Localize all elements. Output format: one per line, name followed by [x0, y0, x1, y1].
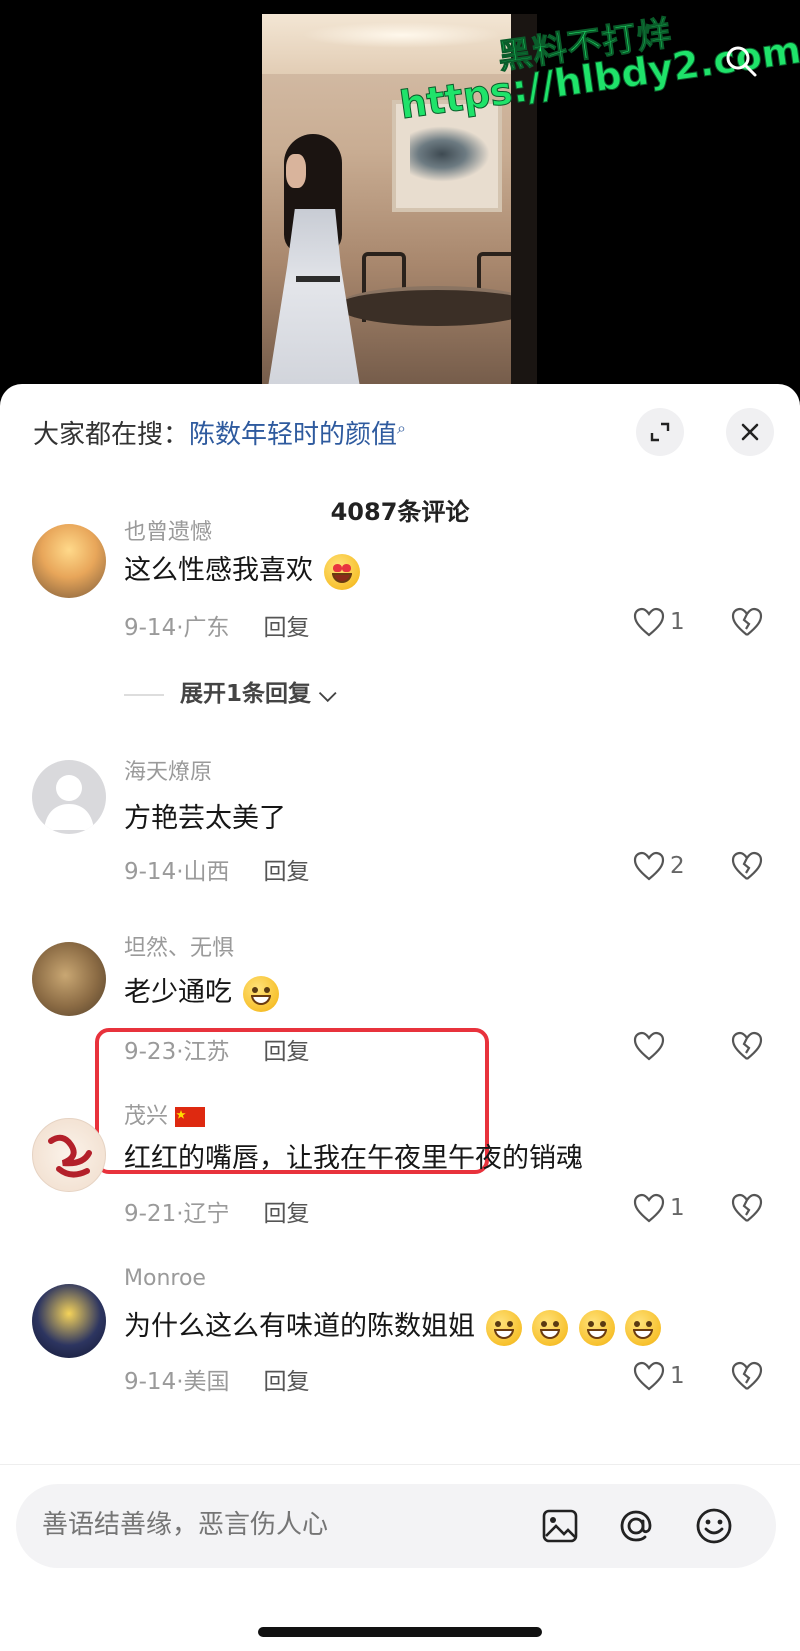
broken-heart-icon — [731, 851, 763, 880]
comment-meta: 9-14·美国 回复 — [124, 1362, 310, 1396]
dislike-button[interactable] — [730, 1192, 764, 1228]
comment-date-location: 9-14·广东 — [124, 615, 230, 641]
comment-date-location: 9-21·辽宁 — [124, 1201, 230, 1227]
avatar[interactable] — [32, 1118, 106, 1192]
comment-text: 老少通吃 — [124, 970, 279, 1012]
close-icon — [741, 423, 759, 441]
expand-icon — [650, 422, 670, 442]
heart-icon — [633, 607, 665, 637]
mention-icon[interactable] — [614, 1504, 658, 1548]
avatar[interactable] — [32, 942, 106, 1016]
expand-replies-button[interactable]: 展开1条回复 ⌵ — [124, 674, 336, 708]
comment-username[interactable]: 茂兴 — [124, 1098, 206, 1130]
reply-button[interactable]: 回复 — [264, 615, 310, 641]
comment-username[interactable]: 海天燎原 — [124, 754, 212, 786]
reply-button[interactable]: 回复 — [264, 1369, 310, 1395]
round-table — [337, 286, 537, 326]
image-icon[interactable] — [538, 1504, 582, 1548]
like-button[interactable]: 1 — [632, 1360, 685, 1392]
grin-emoji-icon — [578, 1309, 615, 1346]
comment-item: 海天燎原 方艳芸太美了 9-14·山西 回复 2 — [0, 754, 800, 904]
calligraphy-avatar-icon — [48, 1134, 92, 1178]
comment-meta: 9-14·山西 回复 — [124, 852, 310, 886]
grin-emoji-icon — [485, 1309, 522, 1346]
like-count: 1 — [670, 1195, 685, 1221]
search-icon: ⌕ — [397, 418, 406, 438]
comment-input[interactable] — [42, 1510, 482, 1540]
like-button[interactable] — [632, 1030, 666, 1062]
like-count: 1 — [670, 1363, 685, 1389]
comment-item: Monroe 为什么这么有味道的陈数姐姐 9-14·美国 回复 1 — [0, 1266, 800, 1400]
search-suggestion-query[interactable]: 陈数年轻时的颜值 — [189, 420, 397, 450]
heart-eyes-emoji-icon — [323, 553, 360, 590]
comment-input-bar[interactable] — [16, 1484, 776, 1568]
comment-text: 这么性感我喜欢 — [124, 548, 360, 590]
comment-username[interactable]: 坦然、无惧 — [124, 930, 234, 962]
emoji-icon[interactable] — [692, 1504, 736, 1548]
comment-date-location: 9-14·山西 — [124, 859, 230, 885]
search-icon[interactable] — [722, 42, 762, 82]
grin-emoji-icon — [532, 1309, 569, 1346]
comment-date-location: 9-14·美国 — [124, 1369, 230, 1395]
comment-sheet: 大家都在搜：陈数年轻时的颜值⌕ 4087条评论 也曾遗憾 这么性感我喜欢 9-1… — [0, 384, 800, 1651]
comment-text: 红红的嘴唇，让我在午夜里午夜的销魂 — [124, 1143, 583, 1174]
dislike-button[interactable] — [730, 606, 764, 642]
comment-username[interactable]: Monroe — [124, 1266, 206, 1291]
heart-icon — [633, 1361, 665, 1391]
video-player[interactable]: 黑料不打烊 https://hlbdy2.com — [0, 0, 800, 400]
comment-list: 也曾遗憾 这么性感我喜欢 9-14·广东 回复 1 展开1条回复 ⌵ 海天燎原 … — [0, 520, 800, 1400]
broken-heart-icon — [731, 1361, 763, 1390]
comment-text: 为什么这么有味道的陈数姐姐 — [124, 1304, 662, 1346]
comment-text: 方艳芸太美了 — [124, 803, 286, 834]
reply-button[interactable]: 回复 — [264, 859, 310, 885]
comment-item: 茂兴 红红的嘴唇，让我在午夜里午夜的销魂 9-21·辽宁 回复 1 — [0, 1098, 800, 1248]
like-count: 2 — [670, 853, 685, 879]
reply-button[interactable]: 回复 — [264, 1201, 310, 1227]
heart-icon — [633, 851, 665, 881]
search-suggestion[interactable]: 大家都在搜：陈数年轻时的颜值⌕ — [33, 414, 406, 451]
like-button[interactable]: 2 — [632, 850, 685, 882]
like-button[interactable]: 1 — [632, 1192, 685, 1224]
dislike-button[interactable] — [730, 850, 764, 886]
default-avatar-icon — [44, 775, 94, 830]
search-suggestion-prefix: 大家都在搜： — [33, 420, 190, 450]
like-count: 1 — [670, 609, 685, 635]
expand-button[interactable] — [636, 408, 684, 456]
dislike-button[interactable] — [730, 1030, 764, 1066]
like-button[interactable]: 1 — [632, 606, 685, 638]
home-indicator[interactable] — [258, 1627, 542, 1637]
avatar[interactable] — [32, 760, 106, 834]
divider — [0, 1464, 800, 1465]
grin-emoji-icon — [625, 1309, 662, 1346]
broken-heart-icon — [731, 1193, 763, 1222]
close-button[interactable] — [726, 408, 774, 456]
dislike-button[interactable] — [730, 1360, 764, 1396]
comment-username[interactable]: 也曾遗憾 — [124, 520, 212, 546]
comment-meta: 9-14·广东 回复 — [124, 608, 310, 642]
heart-icon — [633, 1193, 665, 1223]
avatar[interactable] — [32, 1284, 106, 1358]
china-flag-icon — [175, 1107, 206, 1127]
comment-meta: 9-21·辽宁 回复 — [124, 1194, 310, 1228]
grin-emoji-icon — [242, 975, 279, 1012]
heart-icon — [633, 1031, 665, 1061]
broken-heart-icon — [731, 607, 763, 636]
comment-item: 也曾遗憾 这么性感我喜欢 9-14·广东 回复 1 — [0, 520, 800, 664]
chevron-down-icon: ⌵ — [319, 681, 337, 707]
avatar[interactable] — [32, 524, 106, 598]
broken-heart-icon — [731, 1031, 763, 1060]
